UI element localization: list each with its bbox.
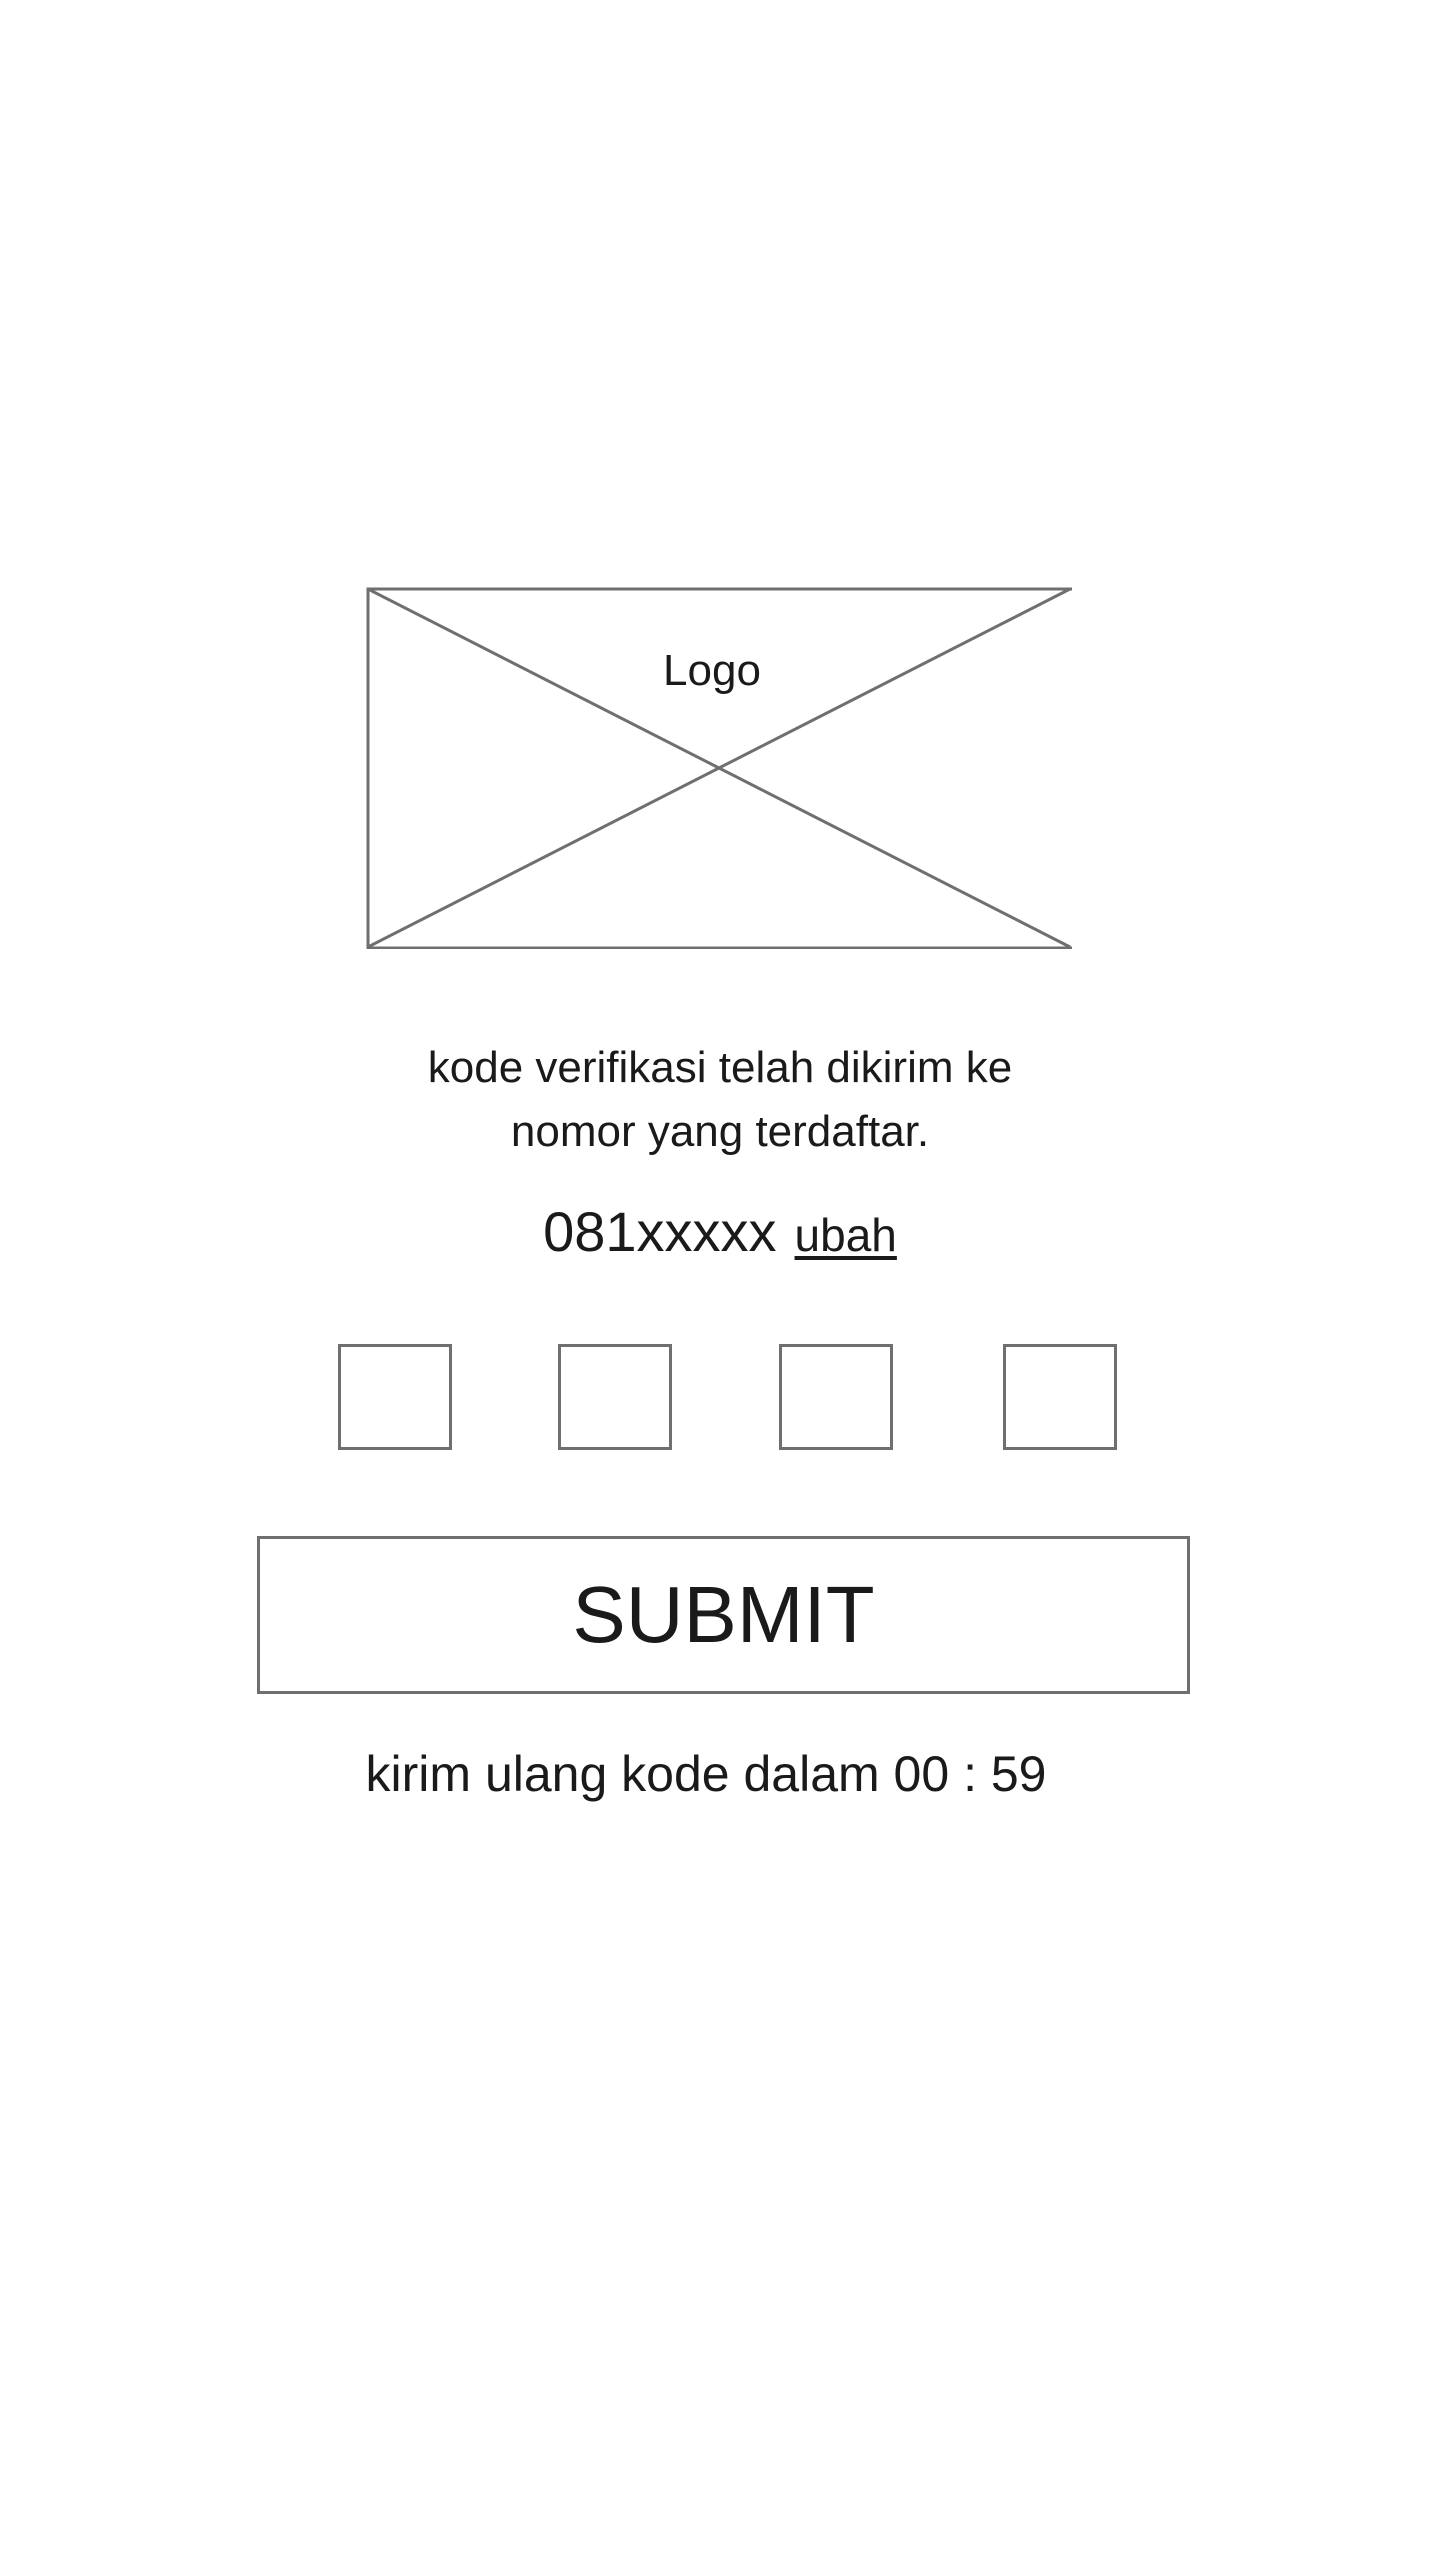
submit-button[interactable]: SUBMIT (257, 1536, 1190, 1694)
resend-code-countdown: kirim ulang kode dalam 00 : 59 (365, 1746, 1047, 1802)
phone-number: 081xxxxx (543, 1200, 777, 1263)
otp-digit-3-input[interactable] (779, 1344, 893, 1450)
verification-message-line-1: kode verifikasi telah dikirim ke (427, 1043, 1013, 1092)
logo-label: Logo (663, 646, 761, 695)
verification-message-line-2: nomor yang terdaftar. (510, 1107, 930, 1156)
verification-message: kode verifikasi telah dikirim ke nomor y… (320, 1036, 1120, 1164)
otp-digit-4-input[interactable] (1003, 1344, 1117, 1450)
image-placeholder-icon (366, 587, 1072, 949)
phone-row: 081xxxxx ubah (0, 1196, 1440, 1271)
logo-placeholder: Logo (366, 587, 1072, 949)
change-number-link[interactable]: ubah (795, 1209, 897, 1261)
otp-verification-screen: Logo kode verifikasi telah dikirim ke no… (0, 0, 1440, 2560)
otp-digit-1-input[interactable] (338, 1344, 452, 1450)
otp-digit-2-input[interactable] (558, 1344, 672, 1450)
